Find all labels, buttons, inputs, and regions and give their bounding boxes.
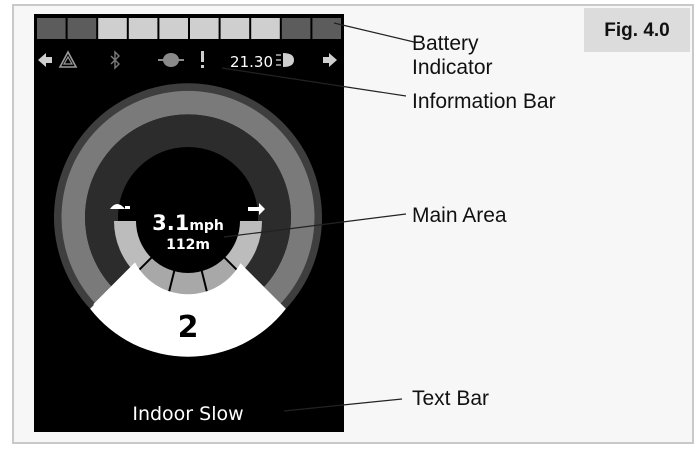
battery-leader [333, 22, 415, 43]
speed-value: 3.1 [152, 211, 189, 235]
battery-segment [220, 18, 250, 39]
figure-tag: Fig. 4.0 [584, 8, 690, 52]
battery-segment [190, 18, 219, 39]
battery-segment [159, 18, 188, 39]
main-area-label: Main Area [412, 204, 507, 227]
battery-segment [128, 18, 158, 39]
battery-segment [281, 18, 311, 39]
figure-panel: Fig. 4.0 21.30 3.1mph 112m 2 Indoor Slow… [12, 4, 694, 444]
text-bar-label: Text Bar [412, 387, 489, 410]
headlight-icon[interactable] [276, 53, 294, 67]
battery-label-line1: Battery [412, 32, 479, 55]
battery-segment [98, 18, 127, 39]
battery-segment [37, 18, 66, 39]
exclamation-icon [201, 51, 204, 68]
text-bar: Indoor Slow [132, 403, 243, 425]
clock-text: 21.30 [230, 53, 273, 71]
profile-number: 2 [178, 310, 199, 345]
device-screen: 21.30 3.1mph 112m 2 Indoor Slow [34, 14, 344, 432]
battery-label-line2: Indicator [412, 56, 493, 79]
figure-svg: Fig. 4.0 21.30 3.1mph 112m 2 Indoor Slow… [34, 8, 690, 432]
battery-segment [251, 18, 280, 39]
battery-segment [312, 18, 341, 39]
battery-segment [67, 18, 97, 39]
figure-tag-text: Fig. 4.0 [604, 20, 669, 41]
distance-readout: 112m [166, 237, 210, 253]
speed-unit: mph [189, 218, 224, 234]
information-bar-label: Information Bar [412, 90, 556, 113]
